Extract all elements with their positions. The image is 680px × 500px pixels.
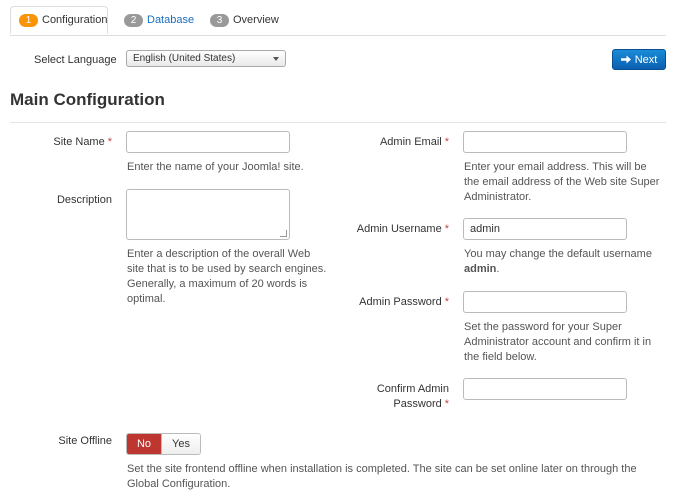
next-button[interactable]: Next [612, 49, 666, 70]
admin-username-help: You may change the default username admi… [464, 248, 652, 275]
site-offline-toggle[interactable]: No Yes [126, 433, 201, 455]
step-badge-1: 1 [19, 13, 38, 27]
tab-configuration-label: Configuration [42, 14, 108, 26]
site-offline-no-button[interactable]: No [127, 434, 161, 454]
site-name-input[interactable] [126, 131, 290, 153]
admin-email-help: Enter your email address. This will be t… [464, 161, 660, 203]
confirm-password-input[interactable] [463, 378, 627, 400]
page-title: Main Configuration [10, 90, 165, 109]
confirm-password-label: Confirm Admin Password * [376, 383, 449, 410]
step-badge-3: 3 [210, 13, 229, 27]
language-select-value: English (United States) [133, 53, 236, 64]
arrow-right-icon [620, 55, 631, 64]
tab-overview-label: Overview [233, 14, 279, 26]
required-marker: * [444, 296, 449, 308]
language-select[interactable]: English (United States) [126, 50, 286, 67]
tab-database-label[interactable]: Database [147, 14, 194, 26]
chevron-down-icon [273, 57, 279, 61]
installation-tabs: 1 Configuration 2 Database 3 Overview [10, 6, 666, 36]
required-marker: * [107, 136, 112, 148]
divider [10, 122, 666, 123]
site-name-label: Site Name * [53, 136, 112, 148]
site-offline-label: Site Offline [58, 435, 112, 447]
admin-email-input[interactable] [463, 131, 627, 153]
required-marker: * [444, 398, 449, 410]
tab-database[interactable]: 2 Database [124, 6, 194, 34]
next-button-label: Next [634, 53, 658, 66]
resize-handle-icon[interactable] [280, 230, 287, 237]
site-offline-help: Set the site frontend offline when insta… [127, 463, 637, 490]
admin-email-label: Admin Email * [379, 136, 449, 148]
tab-configuration[interactable]: 1 Configuration [10, 6, 108, 34]
default-username: admin [464, 263, 497, 275]
select-language-label: Select Language [34, 54, 117, 66]
tab-overview[interactable]: 3 Overview [210, 6, 279, 34]
admin-username-input[interactable] [463, 218, 627, 240]
admin-password-help: Set the password for your Super Administ… [464, 321, 652, 363]
site-name-help: Enter the name of your Joomla! site. [127, 161, 304, 173]
required-marker: * [444, 223, 449, 235]
step-badge-2: 2 [124, 13, 143, 27]
admin-password-input[interactable] [463, 291, 627, 313]
admin-password-label: Admin Password * [359, 296, 449, 308]
description-help: Enter a description of the overall Web s… [127, 248, 327, 305]
description-textarea[interactable] [126, 189, 290, 240]
required-marker: * [444, 136, 449, 148]
site-offline-yes-button[interactable]: Yes [161, 434, 200, 454]
description-label: Description [56, 194, 112, 206]
admin-username-label: Admin Username * [356, 223, 449, 235]
